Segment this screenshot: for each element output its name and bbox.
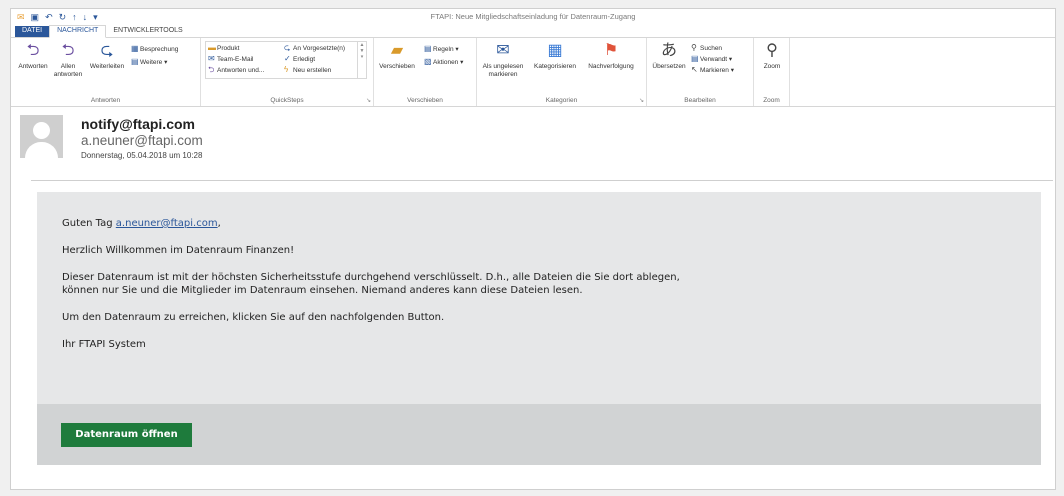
flag-icon: ⚑	[603, 42, 619, 59]
ribbon-tabs: DATEI NACHRICHT ENTWICKLERTOOLS	[11, 25, 1055, 38]
group-label-antworten: Antworten	[90, 97, 121, 104]
quickstep-neu-erstellen[interactable]: ϟ Neu erstellen	[284, 65, 331, 75]
group-label-bearbeiten: Bearbeiten	[684, 97, 716, 104]
quickstep-erledigt[interactable]: ✓ Erledigt	[284, 54, 315, 64]
reply-icon: ⮌	[26, 42, 40, 59]
reply-all-label: Allen antworten	[53, 63, 83, 78]
select-button[interactable]: ↖ Markieren ▾	[691, 65, 734, 75]
translate-button[interactable]: あ Übersetzen	[649, 42, 689, 71]
avatar-head	[33, 122, 50, 139]
message-body: Guten Tag a.neuner@ftapi.com, Herzlich W…	[37, 192, 1041, 465]
greeting-email-link[interactable]: a.neuner@ftapi.com	[116, 218, 218, 229]
tab-entwicklertools[interactable]: ENTWICKLERTOOLS	[106, 26, 189, 37]
calendar-icon: ▦	[131, 44, 139, 53]
quicksteps-scroll[interactable]: ▲ ▼ ▾	[357, 42, 366, 78]
tab-datei[interactable]: DATEI	[15, 26, 50, 37]
reply-all-button[interactable]: ⮌ Allen antworten	[53, 42, 83, 79]
reply-small-icon: ⮌	[208, 65, 215, 74]
group-label-kategorien: Kategorien	[545, 97, 578, 104]
group-quicksteps: ▬Produkt ✉ Team-E-Mail ⮌ Antworten und... …	[201, 38, 374, 106]
avatar	[20, 115, 63, 158]
body-text: Guten Tag a.neuner@ftapi.com, Herzlich W…	[62, 217, 680, 351]
security-line-1: Dieser Datenraum ist mit der höchsten Si…	[62, 272, 680, 283]
group-label-zoom: Zoom	[763, 97, 780, 104]
rules-button[interactable]: ▤Regeln ▾	[424, 44, 459, 54]
more-icon: ▤	[131, 57, 139, 66]
instruction-line: Um den Datenraum zu erreichen, klicken S…	[62, 312, 445, 323]
mark-unread-label: Als ungelesen markieren	[482, 63, 524, 78]
group-label-verschieben: Verschieben	[407, 97, 443, 104]
more-button[interactable]: ▤Weitere ▾	[131, 57, 167, 67]
reply-label: Antworten	[18, 63, 48, 70]
avatar-body	[25, 142, 58, 158]
quicksteps-launcher-icon[interactable]: ↘	[366, 97, 371, 104]
sender-address[interactable]: notify@ftapi.com	[81, 116, 195, 132]
envelope-icon: ✉	[208, 54, 215, 63]
actions-icon: ▧	[424, 57, 432, 66]
reply-button[interactable]: ⮌ Antworten	[13, 42, 53, 71]
group-label-quicksteps: QuickSteps	[270, 97, 304, 104]
move-folder-icon: ▰	[390, 42, 404, 59]
quickstep-team-email[interactable]: ✉ Team-E-Mail	[208, 54, 253, 64]
open-dataroom-button[interactable]: Datenraum öffnen	[61, 423, 192, 447]
rules-icon: ▤	[424, 44, 432, 53]
group-zoom: ⚲ Zoom Zoom	[754, 38, 790, 106]
quickstep-produkt[interactable]: ▬Produkt	[208, 43, 239, 53]
meeting-button[interactable]: ▦Besprechung	[131, 44, 178, 54]
categorize-label: Kategorisieren	[534, 63, 576, 70]
zoom-button[interactable]: ⚲ Zoom	[756, 42, 788, 71]
forward-small-icon: ⮎	[284, 43, 291, 52]
greeting: Guten Tag a.neuner@ftapi.com,	[62, 218, 221, 229]
title-bar: ✉ ▣ ↶ ↻ ↑ ↓ ▾ FTAPI: Neue Mitgliedschaft…	[11, 9, 1055, 25]
forward-button[interactable]: ⮎ Weiterleiten	[85, 42, 129, 71]
check-icon: ✓	[284, 54, 291, 63]
related-button[interactable]: ▤Verwandt ▾	[691, 54, 732, 64]
ribbon: ⮌ Antworten ⮌ Allen antworten ⮎ Weiterle…	[11, 38, 1055, 107]
followup-label: Nachverfolgung	[588, 63, 634, 70]
mark-unread-button[interactable]: ✉ Als ungelesen markieren	[479, 42, 527, 79]
kategorien-launcher-icon[interactable]: ↘	[639, 97, 644, 104]
quicksteps-gallery: ▬Produkt ✉ Team-E-Mail ⮌ Antworten und... …	[205, 41, 367, 79]
tab-nachricht[interactable]: NACHRICHT	[49, 25, 107, 38]
signature: Ihr FTAPI System	[62, 339, 146, 350]
cursor-icon: ↖	[691, 65, 698, 74]
categorize-button[interactable]: ▦ Kategorisieren	[529, 42, 581, 71]
lightning-icon: ϟ	[284, 65, 289, 74]
group-kategorien: ✉ Als ungelesen markieren ▦ Kategorisier…	[477, 38, 647, 106]
followup-button[interactable]: ⚑ Nachverfolgung	[583, 42, 639, 71]
forward-icon: ⮎	[100, 42, 114, 59]
message-header: notify@ftapi.com a.neuner@ftapi.com Donn…	[11, 107, 1055, 165]
move-label: Verschieben	[379, 63, 415, 70]
group-bearbeiten: あ Übersetzen ⚲ Suchen ▤Verwandt ▾ ↖ Markie…	[647, 38, 754, 106]
button-footer: Datenraum öffnen	[37, 404, 1041, 465]
actions-button[interactable]: ▧Aktionen ▾	[424, 57, 463, 67]
magnifier-icon: ⚲	[766, 42, 778, 59]
window-title: FTAPI: Neue Mitgliedschaftseinladung für…	[430, 12, 636, 21]
quickstep-an-vorgesetzte[interactable]: ⮎ An Vorgesetzte(n)	[284, 43, 345, 53]
zoom-label: Zoom	[763, 63, 781, 70]
forward-label: Weiterleiten	[89, 63, 125, 70]
header-divider	[31, 180, 1053, 181]
search-button[interactable]: ⚲ Suchen	[691, 43, 722, 53]
binoculars-icon: ⚲	[691, 43, 697, 52]
security-line-2: können nur Sie und die Mitglieder im Dat…	[62, 285, 583, 296]
translate-label: Übersetzen	[652, 63, 686, 70]
outlook-message-window: ✉ ▣ ↶ ↻ ↑ ↓ ▾ FTAPI: Neue Mitgliedschaft…	[10, 8, 1056, 490]
reply-all-icon: ⮌	[61, 42, 75, 59]
unread-envelope-icon: ✉	[496, 42, 510, 59]
welcome-line: Herzlich Willkommen im Datenraum Finanze…	[62, 245, 295, 256]
recipient-address[interactable]: a.neuner@ftapi.com	[81, 133, 203, 148]
quickstep-antworten-und[interactable]: ⮌ Antworten und...	[208, 65, 264, 75]
move-button[interactable]: ▰ Verschieben	[377, 42, 417, 71]
group-antworten: ⮌ Antworten ⮌ Allen antworten ⮎ Weiterle…	[11, 38, 201, 106]
related-icon: ▤	[691, 54, 699, 63]
translate-icon: あ	[660, 42, 677, 59]
sent-date: Donnerstag, 05.04.2018 um 10:28	[81, 151, 203, 160]
categorize-icon: ▦	[547, 42, 563, 59]
group-verschieben: ▰ Verschieben ▤Regeln ▾ ▧Aktionen ▾ Vers…	[374, 38, 477, 106]
folder-icon: ▬	[208, 43, 216, 52]
